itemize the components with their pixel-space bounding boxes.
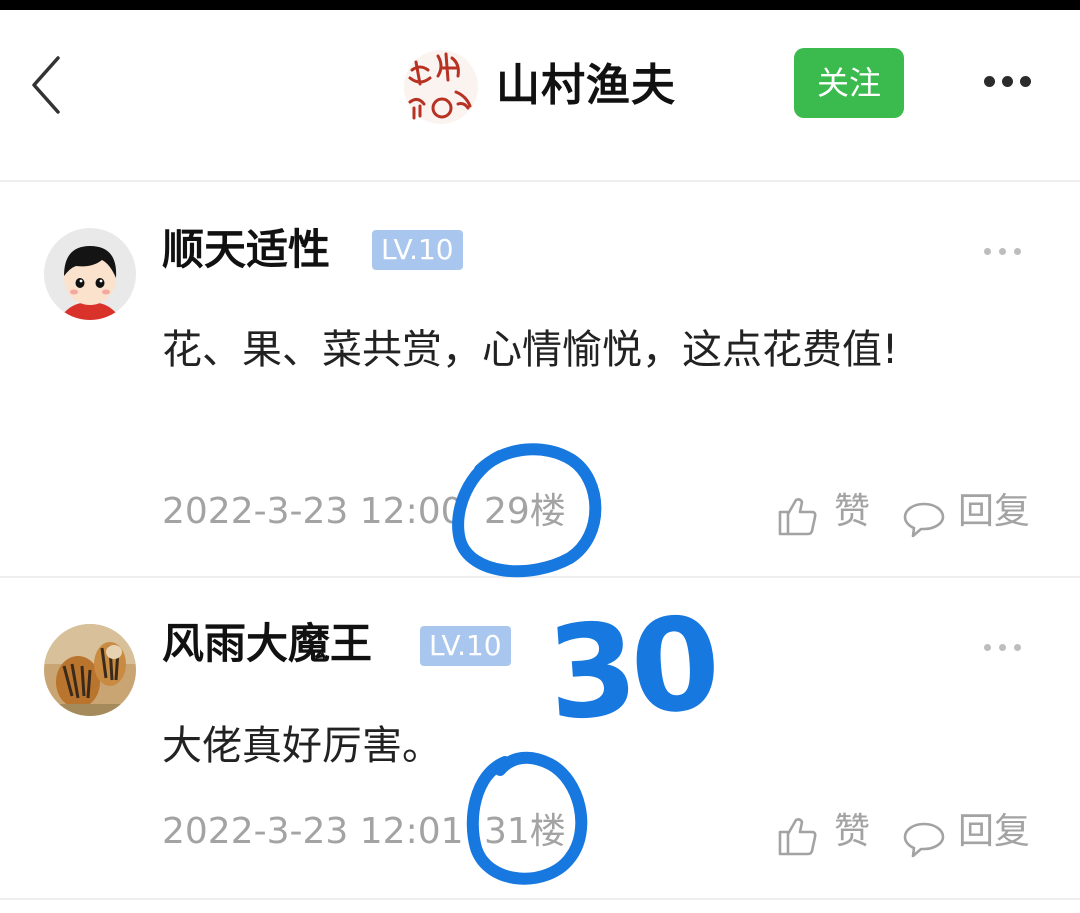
- more-dot: [999, 644, 1006, 651]
- speech-bubble-icon: [903, 502, 945, 538]
- like-button[interactable]: 赞: [776, 488, 876, 538]
- level-badge: LV.10: [372, 230, 463, 270]
- more-dots-icon: [984, 644, 991, 651]
- more-dots-icon: [984, 248, 991, 255]
- username[interactable]: 风雨大魔王: [162, 616, 372, 672]
- comment-more-button[interactable]: [982, 638, 1024, 658]
- reply-label: 回复: [958, 811, 1031, 852]
- thumbs-up-icon: [778, 498, 817, 536]
- comment-divider: [0, 898, 1080, 900]
- comment-item: 风雨大魔王 LV.10 大佬真好厉害。 2022-3-23 12:01 31楼 …: [0, 578, 1080, 898]
- annotation-number: 30: [542, 589, 720, 750]
- like-label: 赞: [834, 811, 871, 852]
- comment-timestamp: 2022-3-23 12:01: [162, 811, 464, 852]
- comment-more-button[interactable]: [982, 242, 1024, 262]
- like-button[interactable]: 赞: [776, 808, 876, 858]
- more-dots-icon: [984, 76, 995, 87]
- more-dot: [999, 248, 1006, 255]
- avatar[interactable]: [44, 228, 136, 320]
- follow-button[interactable]: 关注: [794, 48, 904, 118]
- more-dot: [1014, 644, 1021, 651]
- reply-button[interactable]: 回复: [902, 488, 1042, 538]
- back-button[interactable]: [22, 50, 82, 120]
- status-bar-strip: [0, 0, 1080, 10]
- username[interactable]: 顺天适性: [162, 222, 330, 278]
- avatar-tiger-icon: [44, 624, 136, 716]
- more-options-button[interactable]: [974, 68, 1040, 98]
- thumbs-up-icon: [778, 818, 817, 856]
- avatar[interactable]: [44, 624, 136, 716]
- comment-text: 花、果、菜共赏，心情愉悦，这点花费值!: [162, 327, 899, 373]
- comment-item: 顺天适性 LV.10 花、果、菜共赏，心情愉悦，这点花费值! 2022-3-23…: [0, 182, 1080, 576]
- speech-bubble-icon: [903, 822, 945, 858]
- avatar-cartoon-icon: [44, 228, 136, 320]
- back-arrow-icon: [32, 56, 60, 114]
- seal-logo-icon[interactable]: [402, 48, 480, 126]
- more-dot: [1002, 76, 1013, 87]
- more-dot: [1014, 248, 1021, 255]
- comment-timestamp: 2022-3-23 12:00: [162, 491, 464, 532]
- like-label: 赞: [834, 491, 871, 532]
- header: 山村渔夫 关注: [0, 10, 1080, 180]
- reply-button[interactable]: 回复: [902, 808, 1042, 858]
- reply-label: 回复: [958, 491, 1031, 532]
- page-title: 山村渔夫: [496, 60, 676, 111]
- floor-number: 29楼: [484, 491, 566, 532]
- floor-number: 31楼: [484, 811, 566, 852]
- more-dot: [1020, 76, 1031, 87]
- level-badge: LV.10: [420, 626, 511, 666]
